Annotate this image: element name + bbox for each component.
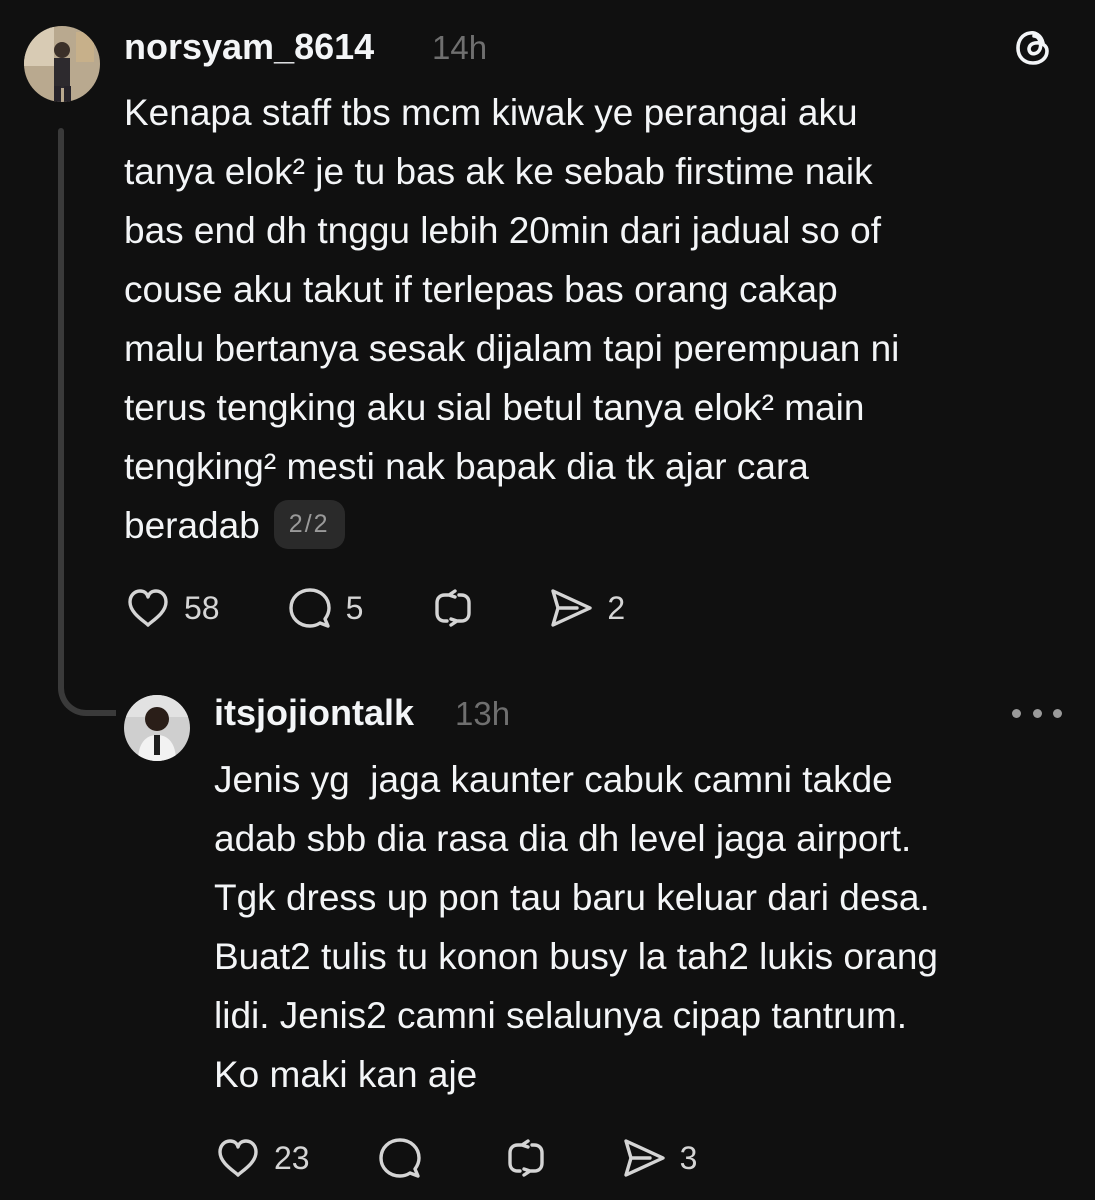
reply-button[interactable]: 5: [286, 584, 364, 632]
heart-icon: [218, 1139, 258, 1177]
repost-icon: [435, 589, 472, 627]
reply-like-count: 23: [274, 1139, 310, 1176]
like-count: 58: [184, 589, 220, 626]
thread-pager-badge: 2/2: [273, 500, 345, 549]
reply-share-button[interactable]: 3: [620, 1134, 698, 1182]
reply-repost-button[interactable]: [502, 1134, 562, 1182]
comment-bubble-icon: [378, 1138, 421, 1178]
post-body-text: Kenapa staff tbs mcm kiwak ye perangai a…: [124, 92, 900, 546]
repost-icon: [507, 1139, 544, 1177]
avatar-itsjojiontalk[interactable]: [124, 695, 190, 761]
share-button[interactable]: 2: [547, 584, 625, 632]
threads-logo-icon[interactable]: [1010, 22, 1058, 70]
avatar-norsyam[interactable]: [24, 26, 100, 102]
post-body: Kenapa staff tbs mcm kiwak ye perangai a…: [124, 83, 1064, 555]
post-timestamp: 14h: [432, 29, 488, 66]
thread-line: [58, 128, 64, 690]
like-button[interactable]: 58: [124, 584, 220, 632]
reply-like-button[interactable]: 23: [214, 1134, 310, 1182]
reply-action-bar: 23 3: [214, 1134, 757, 1182]
share-count: 2: [607, 589, 626, 626]
send-icon: [623, 1139, 665, 1177]
reply-username[interactable]: itsjojiontalk: [214, 692, 414, 734]
reply-count: 5: [345, 589, 364, 626]
reply-timestamp: 13h: [455, 695, 511, 732]
send-icon: [551, 589, 593, 627]
reply-body: Jenis yg jaga kaunter cabuk camni takde …: [214, 759, 939, 1095]
more-icon[interactable]: [1012, 698, 1062, 728]
heart-icon: [128, 589, 168, 627]
post-username[interactable]: norsyam_8614: [124, 26, 374, 68]
reply-share-count: 3: [679, 1139, 698, 1176]
post-action-bar: 58 5 2: [124, 584, 685, 632]
comment-bubble-icon: [288, 588, 331, 628]
thread-connector: [58, 660, 116, 716]
repost-button[interactable]: [429, 584, 489, 632]
reply-comment-button[interactable]: [376, 1134, 436, 1182]
